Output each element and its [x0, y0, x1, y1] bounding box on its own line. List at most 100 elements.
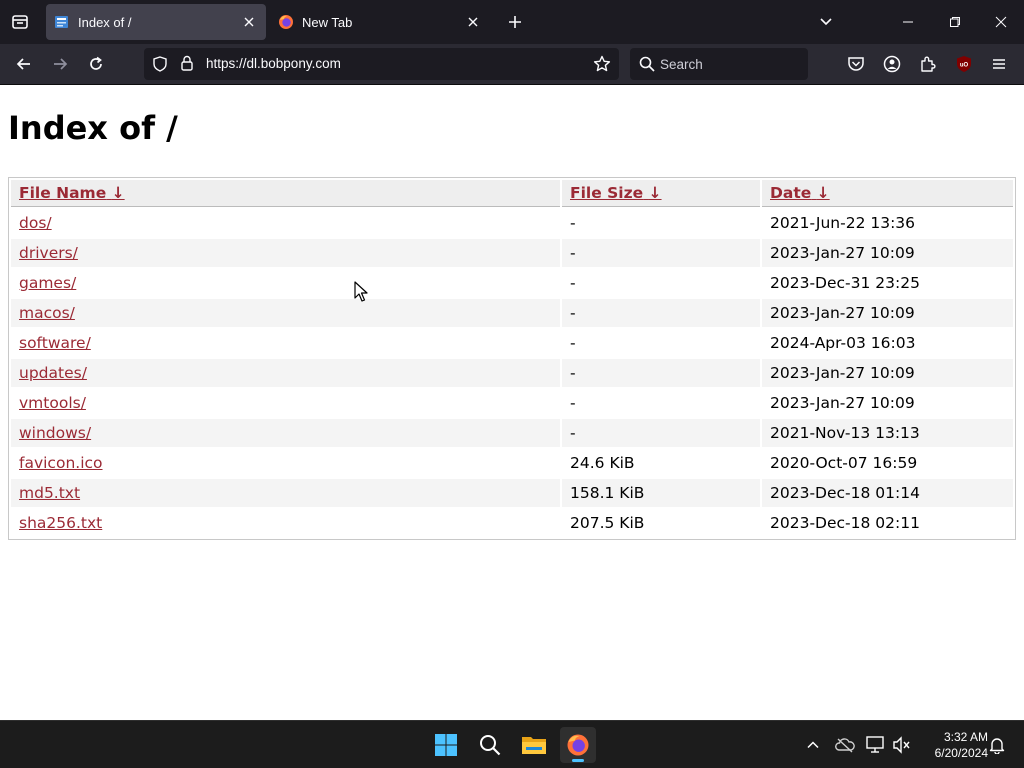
- close-window-button[interactable]: [987, 8, 1015, 36]
- reload-icon: [90, 56, 102, 70]
- start-button[interactable]: [428, 727, 464, 763]
- hamburger-menu-icon: [993, 59, 1005, 69]
- file-size-cell: -: [562, 269, 760, 297]
- column-header-file-size: File Size ↓: [562, 180, 760, 207]
- close-icon: [995, 16, 1007, 28]
- volume-tray-button[interactable]: [892, 735, 912, 755]
- volume-muted-icon: [893, 736, 910, 754]
- network-tray-button[interactable]: [866, 735, 886, 755]
- sort-by-name-link[interactable]: File Name ↓: [19, 184, 125, 202]
- ublock-origin-button[interactable]: uO: [953, 53, 975, 75]
- app-menu-button[interactable]: [988, 53, 1010, 75]
- file-date-cell: 2020-Oct-07 16:59: [762, 449, 1013, 477]
- firefox-icon: [567, 734, 589, 756]
- restore-icon: [950, 17, 960, 27]
- file-name-cell: dos/: [11, 209, 560, 237]
- account-icon: [883, 55, 901, 73]
- file-name-cell: games/: [11, 269, 560, 297]
- file-link[interactable]: games/: [19, 274, 76, 292]
- file-date-cell: 2021-Nov-13 13:13: [762, 419, 1013, 447]
- minimize-button[interactable]: [894, 8, 922, 36]
- file-link[interactable]: windows/: [19, 424, 91, 442]
- file-link[interactable]: macos/: [19, 304, 75, 322]
- file-name-cell: drivers/: [11, 239, 560, 267]
- maximize-button[interactable]: [941, 8, 969, 36]
- forward-button[interactable]: [47, 51, 73, 77]
- column-header-date: Date ↓: [762, 180, 1013, 207]
- file-name-cell: updates/: [11, 359, 560, 387]
- show-hidden-icons-button[interactable]: [803, 735, 823, 755]
- close-tab-icon[interactable]: [464, 13, 482, 31]
- file-date-cell: 2023-Jan-27 10:09: [762, 239, 1013, 267]
- file-size-cell: -: [562, 209, 760, 237]
- close-tab-icon[interactable]: [240, 13, 258, 31]
- firefox-taskbar-button[interactable]: [560, 727, 596, 763]
- list-all-tabs-button[interactable]: [814, 10, 838, 34]
- new-tab-button[interactable]: [503, 10, 527, 34]
- file-name-cell: windows/: [11, 419, 560, 447]
- bell-icon: [989, 738, 1005, 754]
- search-bar[interactable]: Search: [630, 48, 808, 80]
- sort-by-size-link[interactable]: File Size ↓: [570, 184, 662, 202]
- notifications-button[interactable]: [987, 735, 1007, 755]
- file-link[interactable]: updates/: [19, 364, 87, 382]
- table-row: software/ - 2024-Apr-03 16:03: [11, 329, 1013, 357]
- url-text[interactable]: https://dl.bobpony.com: [206, 56, 341, 71]
- navigation-toolbar: https://dl.bobpony.com Search uO: [0, 44, 1024, 85]
- file-link[interactable]: dos/: [19, 214, 52, 232]
- table-header-row: File Name ↓ File Size ↓ Date ↓: [11, 180, 1013, 207]
- tab-index[interactable]: Index of /: [46, 4, 266, 40]
- taskbar-clock[interactable]: 3:32 AM 6/20/2024: [918, 729, 988, 761]
- table-row: updates/ - 2023-Jan-27 10:09: [11, 359, 1013, 387]
- file-link[interactable]: drivers/: [19, 244, 78, 262]
- page-title: Index of /: [8, 109, 178, 147]
- file-link[interactable]: md5.txt: [19, 484, 80, 502]
- firefox-icon: [279, 15, 293, 29]
- bookmark-star-icon[interactable]: [593, 55, 611, 73]
- ublock-origin-icon: uO: [957, 56, 971, 72]
- onedrive-tray-button[interactable]: [835, 735, 855, 755]
- file-listing: File Name ↓ File Size ↓ Date ↓ dos/ - 20…: [8, 177, 1016, 540]
- network-icon: [866, 736, 884, 753]
- file-date-cell: 2023-Dec-18 01:14: [762, 479, 1013, 507]
- table-row: windows/ - 2021-Nov-13 13:13: [11, 419, 1013, 447]
- clock-time: 3:32 AM: [943, 730, 988, 744]
- sort-by-date-link[interactable]: Date ↓: [770, 184, 830, 202]
- file-link[interactable]: vmtools/: [19, 394, 86, 412]
- lock-icon[interactable]: [180, 55, 194, 71]
- tab-new-tab[interactable]: New Tab: [270, 4, 490, 40]
- back-button[interactable]: [11, 51, 37, 77]
- tracking-shield-icon[interactable]: [152, 56, 168, 72]
- tab-list-button[interactable]: [8, 10, 32, 34]
- active-app-indicator: [572, 759, 584, 762]
- web-page: Index of / File Name ↓ File Size ↓ Date …: [0, 85, 1024, 720]
- table-row: favicon.ico 24.6 KiB 2020-Oct-07 16:59: [11, 449, 1013, 477]
- file-date-cell: 2021-Jun-22 13:36: [762, 209, 1013, 237]
- back-arrow-icon: [16, 58, 30, 70]
- file-link[interactable]: favicon.ico: [19, 454, 103, 472]
- file-link[interactable]: sha256.txt: [19, 514, 102, 532]
- file-size-cell: 207.5 KiB: [562, 509, 760, 537]
- file-size-cell: -: [562, 329, 760, 357]
- reload-button[interactable]: [83, 51, 109, 77]
- file-size-cell: -: [562, 239, 760, 267]
- pocket-button[interactable]: [845, 53, 867, 75]
- account-button[interactable]: [881, 53, 903, 75]
- chevron-down-icon: [820, 18, 832, 26]
- table-row: sha256.txt 207.5 KiB 2023-Dec-18 02:11: [11, 509, 1013, 537]
- windows-logo-icon: [435, 734, 457, 756]
- file-date-cell: 2023-Jan-27 10:09: [762, 299, 1013, 327]
- address-bar[interactable]: https://dl.bobpony.com: [144, 48, 619, 80]
- file-name-cell: vmtools/: [11, 389, 560, 417]
- search-icon: [480, 735, 501, 756]
- taskbar-search-button[interactable]: [472, 727, 508, 763]
- file-explorer-button[interactable]: [516, 727, 552, 763]
- tab-title: Index of /: [78, 14, 132, 30]
- tab-title: New Tab: [302, 14, 353, 30]
- file-date-cell: 2023-Jan-27 10:09: [762, 359, 1013, 387]
- file-date-cell: 2023-Jan-27 10:09: [762, 389, 1013, 417]
- file-link[interactable]: software/: [19, 334, 91, 352]
- extensions-button[interactable]: [917, 53, 939, 75]
- file-size-cell: -: [562, 389, 760, 417]
- file-date-cell: 2023-Dec-31 23:25: [762, 269, 1013, 297]
